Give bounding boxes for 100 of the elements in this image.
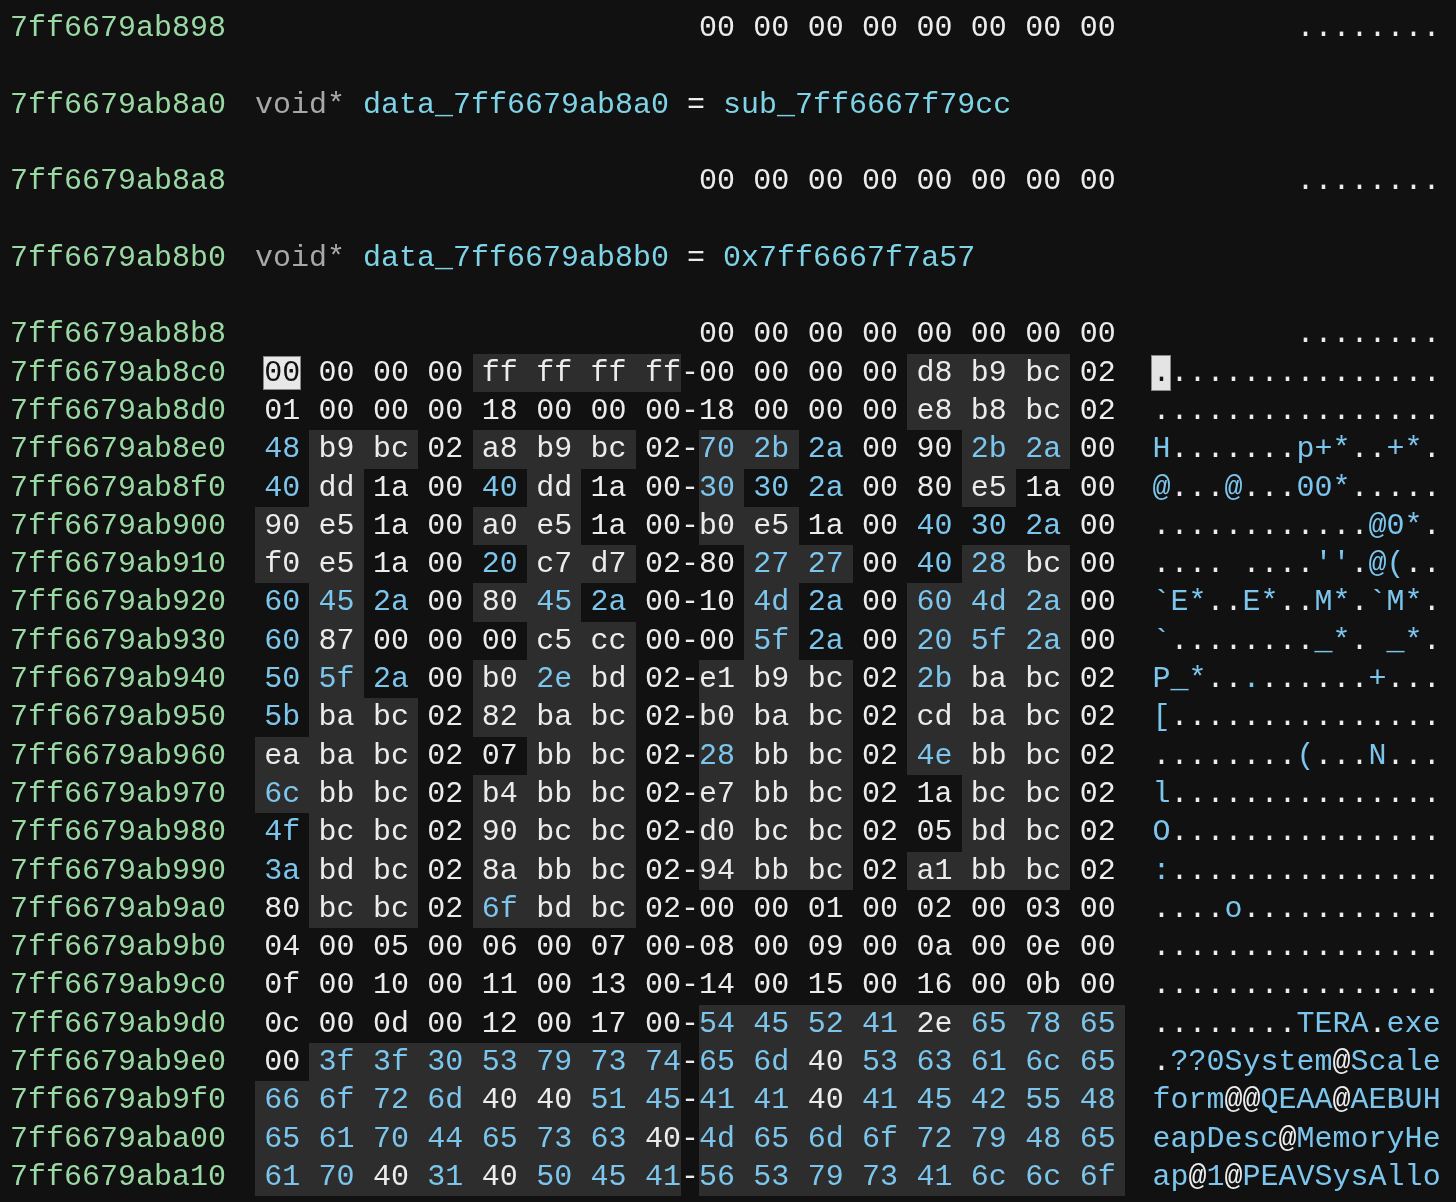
hex-byte[interactable]: 30: [698, 468, 745, 507]
hex-byte[interactable]: bb: [526, 774, 582, 814]
variable-name[interactable]: data_7ff6679ab8a0: [363, 85, 670, 124]
hex-byte[interactable]: 06: [472, 928, 527, 967]
hex-byte[interactable]: bc: [1016, 774, 1071, 814]
hex-byte[interactable]: 2b: [744, 430, 799, 469]
hex-byte[interactable]: 72: [907, 1119, 962, 1158]
hex-byte[interactable]: 55: [1016, 1081, 1071, 1120]
hex-byte[interactable]: bc: [363, 851, 419, 890]
hex-byte[interactable]: 2b: [907, 660, 962, 699]
hex-byte[interactable]: b8: [961, 391, 1017, 431]
hex-byte[interactable]: 0e: [1016, 928, 1071, 967]
hex-byte[interactable]: 00: [1070, 9, 1125, 48]
hex-byte[interactable]: ba: [309, 698, 364, 737]
hex-byte[interactable]: 02: [418, 889, 473, 929]
hex-byte[interactable]: 00: [852, 430, 908, 469]
hex-byte[interactable]: 1a: [363, 545, 419, 584]
hex-byte[interactable]: 00: [472, 621, 527, 661]
hex-byte[interactable]: bc: [961, 774, 1017, 814]
hex-byte[interactable]: 27: [744, 545, 799, 584]
hex-byte[interactable]: ba: [961, 698, 1017, 737]
hex-byte[interactable]: 61: [961, 1043, 1017, 1082]
hex-byte[interactable]: 87: [309, 621, 364, 661]
hex-byte[interactable]: 65: [698, 1043, 745, 1082]
hex-byte[interactable]: ba: [526, 698, 582, 737]
hex-byte[interactable]: 60: [907, 583, 962, 622]
hex-byte[interactable]: 65: [744, 1119, 799, 1158]
hex-byte[interactable]: 40: [907, 506, 962, 546]
hex-byte[interactable]: cd: [907, 698, 962, 737]
hex-byte[interactable]: 41: [744, 1081, 799, 1120]
hex-byte[interactable]: 00: [744, 9, 799, 48]
hex-byte[interactable]: 00: [418, 1004, 473, 1043]
hex-byte[interactable]: b0: [698, 698, 745, 737]
hex-byte[interactable]: 79: [961, 1119, 1017, 1158]
hex-byte[interactable]: 3f: [363, 1043, 419, 1082]
hex-byte[interactable]: 02: [852, 851, 908, 890]
hex-byte[interactable]: dd: [526, 468, 582, 507]
hex-byte[interactable]: 00: [698, 889, 745, 929]
hex-byte[interactable]: e5: [744, 506, 799, 546]
hex-byte[interactable]: 02: [418, 430, 473, 469]
hex-byte[interactable]: ff: [472, 353, 527, 392]
hex-byte[interactable]: 02: [635, 889, 681, 929]
hex-byte[interactable]: 63: [581, 1119, 636, 1158]
hex-byte[interactable]: bc: [798, 698, 853, 737]
hex-byte[interactable]: 53: [744, 1157, 799, 1197]
hex-byte[interactable]: 02: [1070, 353, 1125, 392]
hex-byte[interactable]: 4d: [961, 583, 1017, 622]
hex-byte[interactable]: 61: [309, 1119, 364, 1158]
hex-byte[interactable]: b4: [472, 774, 527, 814]
hex-byte[interactable]: 0a: [907, 928, 962, 967]
hex-byte[interactable]: bc: [581, 736, 636, 775]
hex-byte[interactable]: 40: [798, 1081, 853, 1120]
hex-byte[interactable]: e5: [309, 545, 364, 584]
hex-byte[interactable]: bd: [581, 660, 636, 699]
hex-byte[interactable]: b0: [698, 506, 745, 546]
hex-byte[interactable]: bc: [309, 889, 364, 929]
hex-byte[interactable]: 65: [472, 1119, 527, 1158]
hex-byte[interactable]: 00: [852, 9, 908, 48]
hex-byte[interactable]: 50: [526, 1157, 582, 1197]
hex-byte[interactable]: 02: [852, 698, 908, 737]
hex-byte[interactable]: 0c: [255, 1004, 310, 1043]
hex-byte[interactable]: bb: [744, 774, 799, 814]
hex-byte[interactable]: 00: [418, 545, 473, 584]
hex-byte[interactable]: 17: [581, 1004, 636, 1043]
hex-byte[interactable]: bc: [363, 430, 419, 469]
hex-byte[interactable]: 00: [635, 928, 681, 967]
hex-byte[interactable]: 00: [526, 391, 582, 431]
hex-byte[interactable]: bc: [1016, 545, 1071, 584]
hex-byte[interactable]: 6c: [1016, 1043, 1071, 1082]
hex-byte[interactable]: 0d: [363, 1004, 419, 1043]
hex-byte[interactable]: 00: [852, 506, 908, 546]
hex-byte[interactable]: bc: [581, 774, 636, 814]
hex-byte[interactable]: 6d: [798, 1119, 853, 1158]
hex-byte[interactable]: d8: [907, 353, 962, 392]
hex-byte[interactable]: 00: [1070, 966, 1125, 1005]
hex-byte[interactable]: bc: [798, 774, 853, 814]
hex-byte[interactable]: 60: [255, 583, 310, 622]
hex-byte[interactable]: 00: [418, 468, 473, 507]
hex-byte[interactable]: 00: [798, 391, 853, 431]
hex-byte[interactable]: 02: [635, 774, 681, 814]
hex-byte[interactable]: bc: [798, 813, 853, 852]
hex-byte[interactable]: 66: [255, 1081, 310, 1120]
hex-byte[interactable]: 00: [961, 9, 1017, 48]
hex-byte[interactable]: 6c: [961, 1157, 1017, 1197]
hex-byte[interactable]: 70: [698, 430, 745, 469]
hex-byte[interactable]: 2a: [1016, 430, 1071, 469]
hex-byte[interactable]: 00: [635, 468, 681, 507]
hex-byte[interactable]: 00: [852, 966, 908, 1005]
hex-byte[interactable]: 00: [255, 1043, 310, 1082]
hex-byte[interactable]: bc: [581, 430, 636, 469]
hex-byte[interactable]: 2e: [526, 660, 582, 699]
hex-byte[interactable]: 41: [698, 1081, 745, 1120]
hex-byte[interactable]: 41: [852, 1081, 908, 1120]
hex-byte[interactable]: 74: [635, 1043, 681, 1082]
hex-byte[interactable]: bc: [363, 736, 419, 775]
hex-byte[interactable]: 00: [798, 162, 853, 201]
hex-byte[interactable]: bc: [363, 889, 419, 929]
hex-byte[interactable]: 02: [1070, 736, 1125, 775]
hex-byte[interactable]: 6f: [472, 889, 527, 929]
hex-byte[interactable]: 00: [698, 162, 745, 201]
